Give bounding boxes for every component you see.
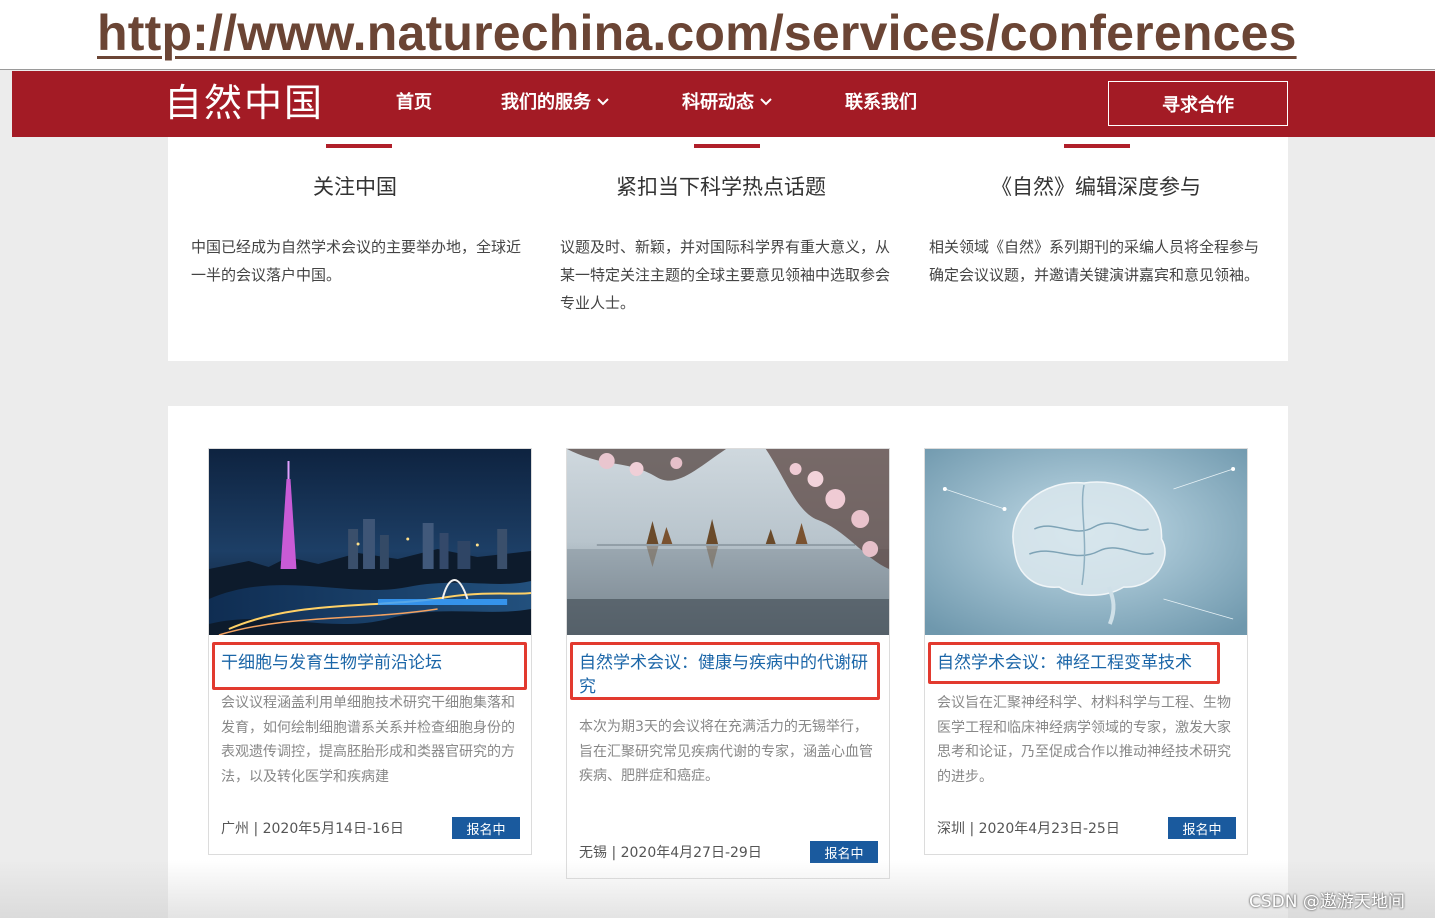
url-banner: http://www.naturechina.com/services/conf… <box>0 0 1435 70</box>
card-description: 本次为期3天的会议将在充满活力的无锡举行，旨在汇聚研究常见疾病代谢的专家，涵盖心… <box>579 719 873 784</box>
site-navbar: 自然中国 首页 我们的服务 科研动态 联系我们 寻求合作 <box>12 71 1435 137</box>
feature-description: 相关领域《自然》系列期刊的采编人员将全程参与确定会议议题，并邀请关键演讲嘉宾和意… <box>929 238 1260 284</box>
nav-research-label: 科研动态 <box>682 92 754 113</box>
registration-badge[interactable]: 报名中 <box>1168 817 1236 839</box>
site-logo[interactable]: 自然中国 <box>164 79 324 127</box>
features-panel: 关注中国 紧扣当下科学热点话题 《自然》编辑深度参与 中国已经成为自然学术会议的… <box>168 137 1288 361</box>
conference-cards-panel: 干细胞与发育生物学前沿论坛 会议议程涵盖利用单细胞技术研究干细胞集落和发育，如何… <box>168 406 1288 918</box>
nav-services-label: 我们的服务 <box>501 92 591 113</box>
chevron-down-icon <box>597 91 609 115</box>
nav-home[interactable]: 首页 <box>396 91 432 115</box>
feature-accent-bar <box>1064 144 1130 148</box>
card-description: 会议议程涵盖利用单细胞技术研究干细胞集落和发育，如何绘制细胞谱系关系并检查细胞身… <box>221 695 515 785</box>
highlight-box <box>570 642 880 700</box>
nav-home-label: 首页 <box>396 92 432 113</box>
card-location-date: 深圳 | 2020年4月23日-25日 <box>937 821 1120 837</box>
feature-title: 紧扣当下科学热点话题 <box>616 175 826 199</box>
seek-cooperation-button[interactable]: 寻求合作 <box>1108 81 1288 126</box>
highlight-box <box>928 642 1220 684</box>
nav-contact[interactable]: 联系我们 <box>845 91 917 115</box>
feature-title: 关注中国 <box>313 175 397 199</box>
feature-accent-bar <box>326 144 392 148</box>
card-location-date: 无锡 | 2020年4月27日-29日 <box>579 845 762 861</box>
highlight-box <box>212 642 527 690</box>
card-image[interactable] <box>567 449 889 635</box>
feature-title: 《自然》编辑深度参与 <box>991 175 1201 199</box>
card-image[interactable] <box>209 449 531 635</box>
url-text[interactable]: http://www.naturechina.com/services/conf… <box>97 4 1297 62</box>
nav-services[interactable]: 我们的服务 <box>501 91 609 115</box>
nav-contact-label: 联系我们 <box>845 92 917 113</box>
feature-description: 中国已经成为自然学术会议的主要举办地，全球近一半的会议落户中国。 <box>191 238 522 284</box>
feature-description: 议题及时、新颖，并对国际科学界有重大意义，从某一特定关注主题的全球主要意见领袖中… <box>560 238 891 312</box>
chevron-down-icon <box>760 91 772 115</box>
card-description: 会议旨在汇聚神经科学、材料科学与工程、生物医学工程和临床神经病学领域的专家，激发… <box>937 695 1231 785</box>
card-image[interactable] <box>925 449 1247 635</box>
csdn-watermark: CSDN @遨游天地间 <box>1249 892 1405 912</box>
nav-research[interactable]: 科研动态 <box>682 91 772 115</box>
registration-badge[interactable]: 报名中 <box>452 817 520 839</box>
registration-badge[interactable]: 报名中 <box>810 841 878 863</box>
feature-accent-bar <box>694 144 760 148</box>
card-location-date: 广州 | 2020年5月14日-16日 <box>221 821 404 837</box>
